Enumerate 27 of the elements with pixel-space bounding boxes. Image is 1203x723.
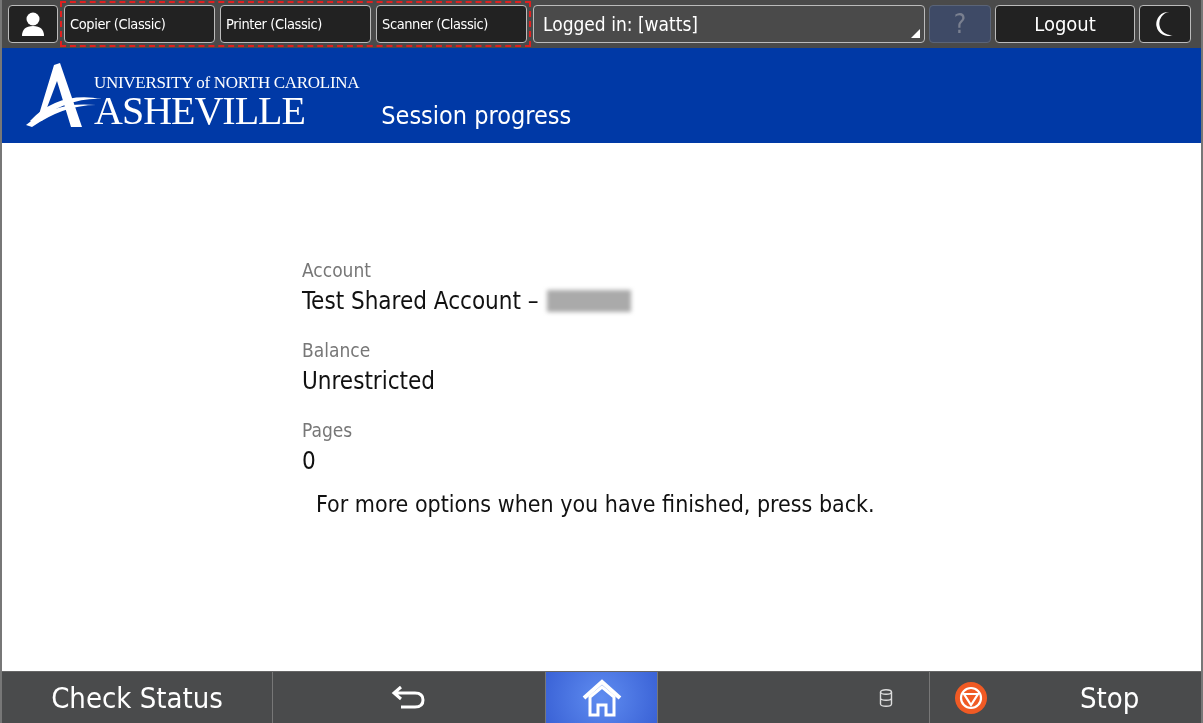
- login-dropdown[interactable]: Logged in: [watts]: [533, 5, 925, 43]
- storage-icon: [879, 688, 893, 707]
- back-arrow-icon: [391, 684, 427, 711]
- mode-tab[interactable]: Printer (Classic): [220, 5, 371, 43]
- hint-text: For more options when you have finished, press back.: [316, 491, 876, 517]
- home-button[interactable]: [546, 672, 658, 723]
- mode-tab[interactable]: Scanner (Classic): [376, 5, 527, 43]
- user-icon: [21, 11, 45, 37]
- home-icon: [581, 678, 622, 717]
- field-value: 0: [302, 446, 316, 477]
- stop-icon: [954, 680, 988, 715]
- field-value: Unrestricted: [302, 366, 436, 397]
- sleep-button[interactable]: [1139, 5, 1191, 43]
- field-value: Test Shared Account –: [302, 286, 539, 317]
- stop-button[interactable]: Stop: [930, 672, 1201, 723]
- logout-button[interactable]: Logout: [995, 5, 1135, 43]
- field-label: Pages: [302, 418, 354, 443]
- field-label: Account: [302, 258, 372, 283]
- logo-subtitle: UNIVERSITY of NORTH CAROLINA: [94, 73, 360, 91]
- page-title: Session progress: [381, 101, 572, 130]
- stop-label: Stop: [1080, 680, 1140, 715]
- field-label: Balance: [302, 338, 372, 363]
- dropdown-corner-icon: [911, 29, 920, 38]
- user-button[interactable]: [8, 5, 58, 43]
- mode-tab[interactable]: Copier (Classic): [64, 5, 215, 43]
- logo-title: ASHEVILLE: [94, 90, 305, 131]
- check-status-button[interactable]: Check Status: [2, 672, 273, 723]
